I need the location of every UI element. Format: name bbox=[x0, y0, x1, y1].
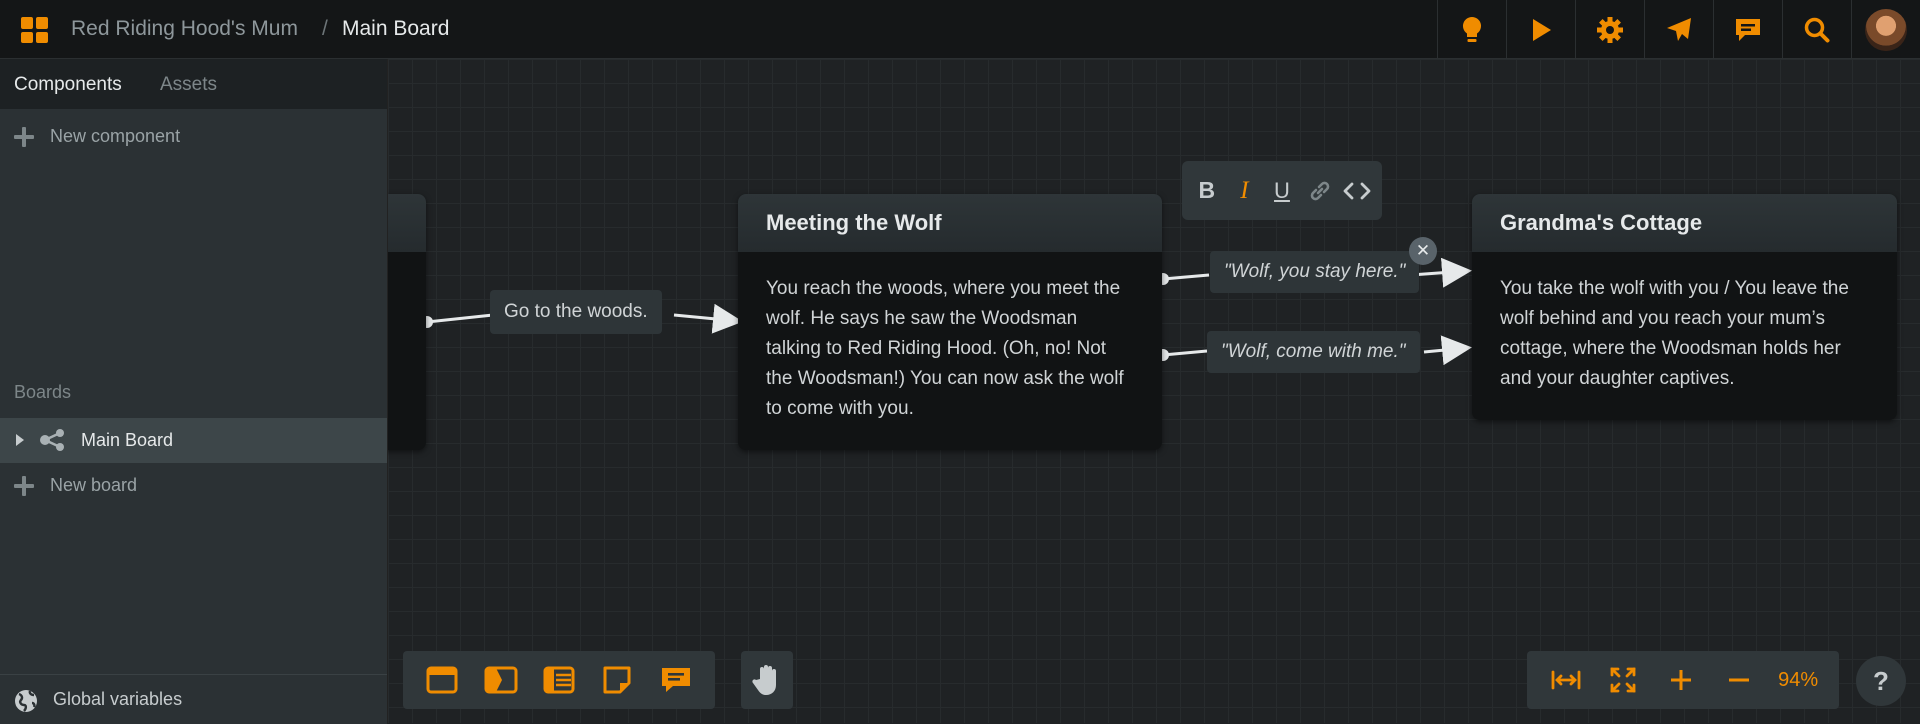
new-board-button[interactable]: New board bbox=[0, 463, 387, 507]
link-line-woods bbox=[426, 313, 494, 324]
pan-tool-button[interactable] bbox=[741, 651, 793, 709]
search-icon bbox=[1804, 17, 1830, 42]
user-menu-button[interactable] bbox=[1851, 0, 1920, 59]
comment-icon bbox=[661, 668, 690, 692]
add-card-button[interactable] bbox=[424, 662, 460, 698]
lightbulb-button[interactable] bbox=[1437, 0, 1506, 59]
breadcrumb-separator: / bbox=[322, 17, 328, 40]
send-icon bbox=[1667, 17, 1691, 41]
code-icon bbox=[1343, 182, 1371, 199]
link-label-stay[interactable]: "Wolf, you stay here." bbox=[1210, 251, 1420, 293]
global-variables-label: Global variables bbox=[53, 689, 183, 709]
global-variables-button[interactable]: Global variables bbox=[0, 674, 387, 724]
sidebar-tabs: Components Assets bbox=[0, 59, 387, 109]
search-button[interactable] bbox=[1782, 0, 1851, 59]
breadcrumb-project[interactable]: Red Riding Hood's Mum bbox=[71, 17, 298, 41]
hand-icon bbox=[752, 665, 776, 695]
play-icon bbox=[1533, 18, 1551, 41]
list-icon bbox=[543, 666, 575, 694]
bold-button[interactable]: B bbox=[1190, 174, 1224, 208]
breadcrumb-board: Main Board bbox=[342, 17, 450, 40]
close-link-button[interactable]: ✕ bbox=[1409, 237, 1437, 265]
node-card-meeting-wolf[interactable]: Meeting the Wolf You reach the woods, wh… bbox=[738, 194, 1162, 450]
link-icon bbox=[1310, 181, 1329, 200]
underline-button[interactable]: U bbox=[1265, 174, 1299, 208]
fit-screen-icon bbox=[1610, 667, 1636, 693]
note-icon bbox=[603, 666, 631, 694]
board-canvas[interactable]: Go to the woods. "Wolf, you stay here." … bbox=[388, 59, 1920, 723]
fit-width-icon bbox=[1551, 670, 1581, 690]
node-body: You reach the woods, where you meet the … bbox=[766, 278, 1124, 419]
add-list-button[interactable] bbox=[541, 662, 577, 698]
apps-grid-icon[interactable] bbox=[21, 17, 48, 43]
node-title: Grandma's Cottage bbox=[1472, 194, 1897, 252]
lightbulb-icon bbox=[1462, 16, 1482, 42]
top-actions bbox=[1437, 0, 1920, 59]
code-button[interactable] bbox=[1340, 174, 1374, 208]
zoom-in-button[interactable] bbox=[1663, 662, 1699, 698]
tab-assets[interactable]: Assets bbox=[160, 74, 217, 96]
card-icon bbox=[426, 666, 458, 694]
format-toolbar: B I U bbox=[1182, 161, 1382, 220]
italic-icon: I bbox=[1240, 176, 1249, 204]
plus-icon bbox=[14, 476, 34, 496]
node-title: Meeting the Wolf bbox=[738, 194, 1162, 252]
bold-icon: B bbox=[1198, 177, 1216, 203]
top-bar: Red Riding Hood's Mum / Main Board bbox=[0, 0, 1920, 59]
zoom-controls: 94% bbox=[1527, 651, 1839, 709]
node-tools-bar bbox=[403, 651, 715, 709]
fit-width-button[interactable] bbox=[1548, 662, 1584, 698]
link-button[interactable] bbox=[1303, 174, 1337, 208]
jump-icon bbox=[484, 666, 518, 694]
add-note-button[interactable] bbox=[599, 662, 635, 698]
link-line-stay-arrow bbox=[1410, 257, 1472, 288]
underline-icon: U bbox=[1274, 177, 1290, 203]
italic-button[interactable]: I bbox=[1227, 174, 1261, 208]
expand-caret-icon[interactable] bbox=[16, 434, 24, 446]
sidebar: Components Assets New component Boards M… bbox=[0, 59, 388, 724]
plus-icon bbox=[14, 127, 34, 147]
minus-icon bbox=[1728, 678, 1749, 682]
new-component-label: New component bbox=[50, 126, 181, 146]
link-line-come-arrow bbox=[1423, 335, 1472, 366]
link-label-come[interactable]: "Wolf, come with me." bbox=[1207, 331, 1420, 373]
avatar bbox=[1865, 8, 1907, 51]
publish-button[interactable] bbox=[1644, 0, 1713, 59]
link-line-woods-arrow bbox=[673, 303, 743, 334]
plus-icon bbox=[1670, 670, 1691, 690]
node-card-partial-header bbox=[388, 194, 426, 252]
boards-section-label: Boards bbox=[14, 382, 72, 402]
node-body: You take the wolf with you / You leave t… bbox=[1500, 278, 1849, 389]
help-button[interactable]: ? bbox=[1856, 656, 1906, 706]
add-jump-button[interactable] bbox=[483, 662, 519, 698]
fit-screen-button[interactable] bbox=[1605, 662, 1641, 698]
zoom-level[interactable]: 94% bbox=[1778, 669, 1818, 692]
node-card-partial[interactable] bbox=[388, 194, 426, 450]
add-comment-button[interactable] bbox=[658, 662, 694, 698]
zoom-out-button[interactable] bbox=[1721, 662, 1757, 698]
tab-components[interactable]: Components bbox=[14, 74, 122, 96]
globe-icon bbox=[15, 690, 37, 712]
link-label-woods[interactable]: Go to the woods. bbox=[490, 290, 662, 334]
new-board-label: New board bbox=[50, 475, 138, 495]
board-tree-icon bbox=[40, 429, 64, 451]
comments-button[interactable] bbox=[1713, 0, 1782, 59]
sidebar-item-label: Main Board bbox=[81, 430, 174, 450]
node-card-grandmas-cottage[interactable]: Grandma's Cottage You take the wolf with… bbox=[1472, 194, 1897, 420]
sidebar-item-main-board[interactable]: Main Board bbox=[0, 418, 387, 463]
settings-button[interactable] bbox=[1575, 0, 1644, 59]
link-line-stay bbox=[1162, 273, 1210, 281]
gear-icon bbox=[1597, 16, 1623, 43]
play-button[interactable] bbox=[1506, 0, 1575, 59]
comment-icon bbox=[1736, 18, 1760, 41]
link-line-come bbox=[1162, 349, 1208, 357]
new-component-button[interactable]: New component bbox=[0, 114, 387, 158]
